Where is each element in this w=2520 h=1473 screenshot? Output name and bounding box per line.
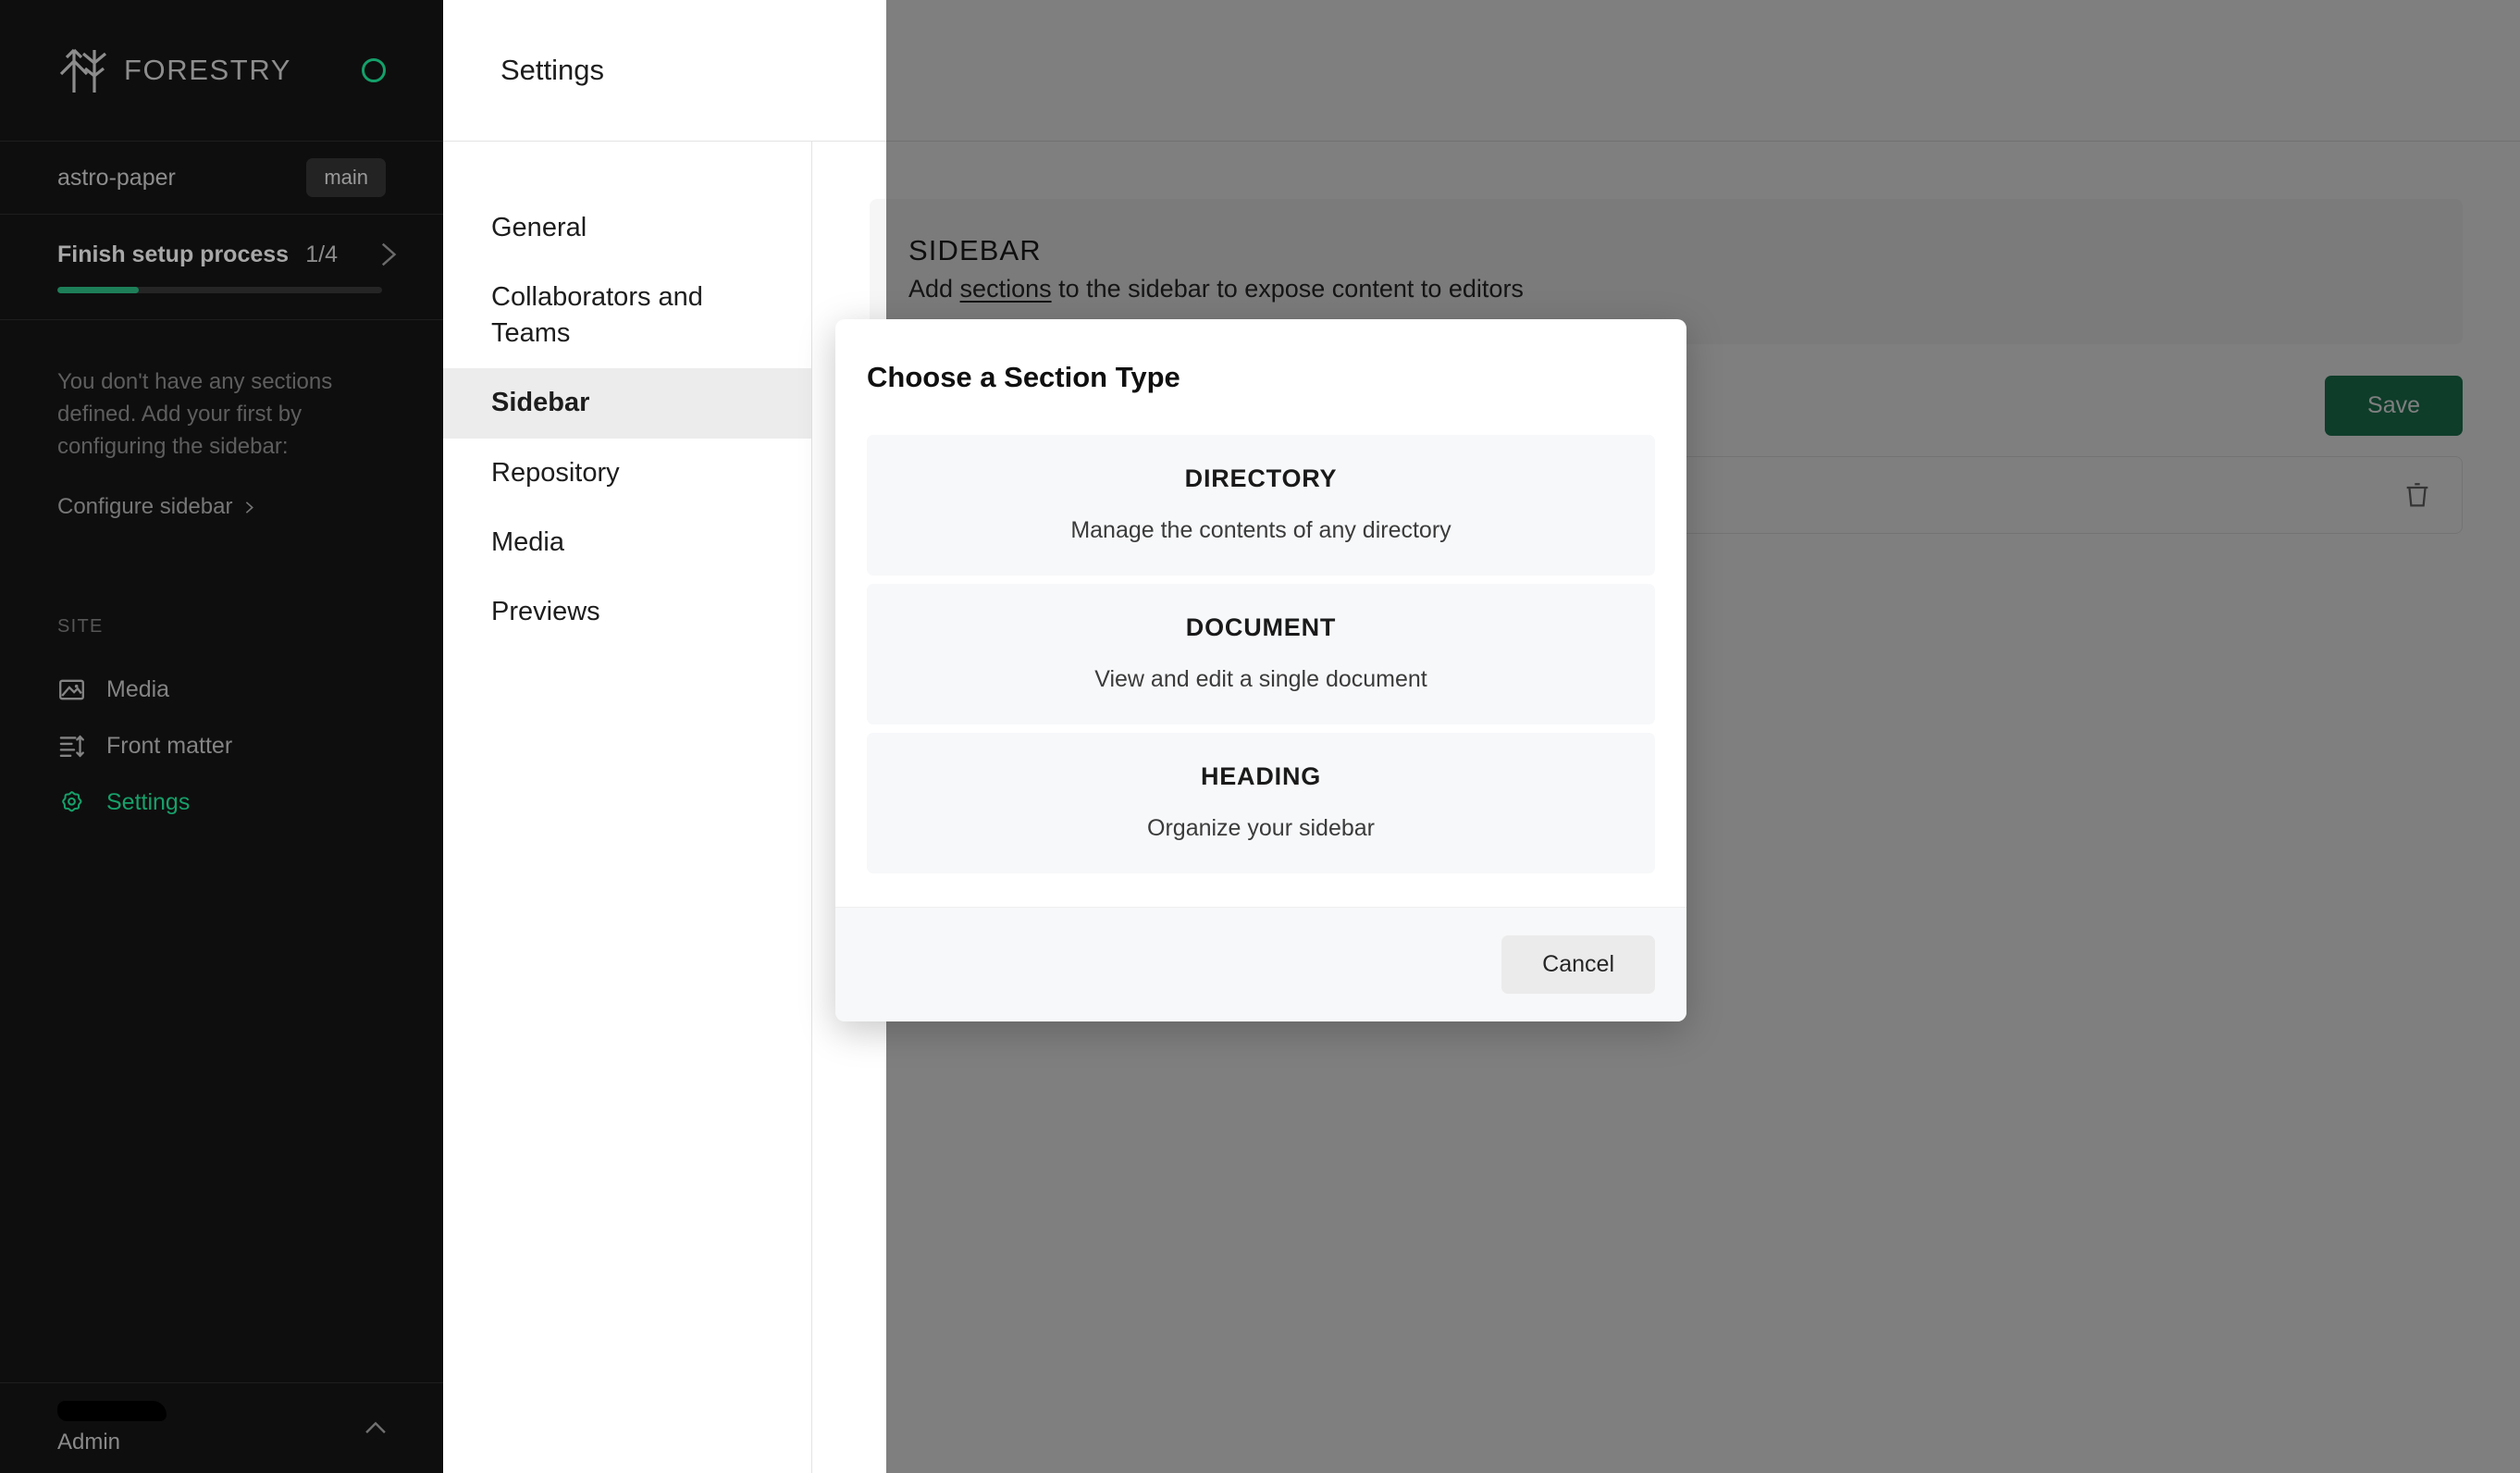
settings-nav-item-repository[interactable]: Repository (443, 439, 811, 508)
chevron-right-icon[interactable] (371, 239, 402, 270)
site-nav-section: SITE Media Front matter Settings (0, 616, 443, 831)
forestry-cms-app: FORESTRY astro-paper main Finish setup p… (0, 0, 2520, 1473)
brand-name: FORESTRY (124, 54, 292, 86)
sidebar-item-label: Front matter (106, 733, 233, 760)
brand-row[interactable]: FORESTRY (0, 0, 443, 142)
section-type-description: Organize your sidebar (1147, 815, 1375, 841)
configure-sidebar-link[interactable]: Configure sidebar (57, 494, 256, 520)
sidebar-item-front-matter[interactable]: Front matter (0, 718, 443, 774)
empty-state-message: You don't have any sections defined. Add… (57, 369, 333, 459)
sidebar-item-media[interactable]: Media (0, 662, 443, 718)
branch-badge[interactable]: main (306, 158, 386, 197)
section-type-option-heading[interactable]: HEADING Organize your sidebar (867, 733, 1655, 873)
user-info: Admin (57, 1401, 167, 1455)
modal-body: DIRECTORY Manage the contents of any dir… (835, 422, 1686, 907)
setup-process-title: Finish setup process (57, 241, 290, 267)
site-nav-label: SITE (57, 616, 104, 637)
section-type-name: DIRECTORY (1184, 464, 1338, 492)
sidebar-item-settings[interactable]: Settings (0, 774, 443, 831)
list-sort-icon (59, 735, 84, 758)
chevron-up-icon[interactable] (360, 1413, 391, 1444)
user-account-row[interactable]: Admin (0, 1382, 443, 1473)
section-type-description: Manage the contents of any directory (1070, 517, 1451, 543)
modal-header: Choose a Section Type (835, 319, 1686, 422)
user-name-redacted (57, 1401, 167, 1421)
repository-row[interactable]: astro-paper main (0, 142, 443, 215)
choose-section-type-modal: Choose a Section Type DIRECTORY Manage t… (835, 319, 1686, 1021)
gear-icon (62, 791, 82, 812)
settings-nav-item-media[interactable]: Media (443, 508, 811, 577)
settings-nav-item-previews[interactable]: Previews (443, 577, 811, 647)
section-type-option-document[interactable]: DOCUMENT View and edit a single document (867, 584, 1655, 724)
setup-progress-bar (57, 287, 382, 293)
sidebar-item-label: Media (106, 676, 170, 703)
modal-title: Choose a Section Type (867, 361, 1180, 393)
app-sidebar: FORESTRY astro-paper main Finish setup p… (0, 0, 443, 1473)
setup-process-header: Finish setup process 1/4 (57, 239, 402, 270)
settings-nav: General Collaborators and Teams Sidebar … (443, 142, 812, 1473)
setup-progress-fill (57, 287, 139, 293)
repository-name: astro-paper (57, 164, 176, 191)
image-icon (59, 680, 84, 700)
setup-process-count: 1/4 (305, 241, 338, 267)
configure-sidebar-label: Configure sidebar (57, 494, 233, 520)
modal-footer: Cancel (835, 907, 1686, 1021)
sidebar-empty-state: You don't have any sections defined. Add… (0, 320, 443, 520)
section-type-option-directory[interactable]: DIRECTORY Manage the contents of any dir… (867, 435, 1655, 576)
forest-trees-logo-icon (59, 48, 107, 93)
settings-nav-item-general[interactable]: General (443, 193, 811, 263)
section-type-description: View and edit a single document (1094, 666, 1427, 692)
settings-nav-item-sidebar[interactable]: Sidebar (443, 368, 811, 439)
chevron-right-icon (246, 501, 254, 514)
setup-process-row[interactable]: Finish setup process 1/4 (0, 215, 443, 320)
sidebar-item-label: Settings (106, 789, 191, 816)
page-title: Settings (500, 54, 605, 86)
settings-nav-item-collaborators-and-teams[interactable]: Collaborators and Teams (443, 263, 811, 368)
section-type-name: DOCUMENT (1185, 613, 1337, 641)
user-role: Admin (57, 1430, 121, 1454)
status-ring-icon (362, 58, 386, 82)
cancel-button[interactable]: Cancel (1501, 935, 1655, 994)
section-type-name: HEADING (1200, 762, 1322, 790)
